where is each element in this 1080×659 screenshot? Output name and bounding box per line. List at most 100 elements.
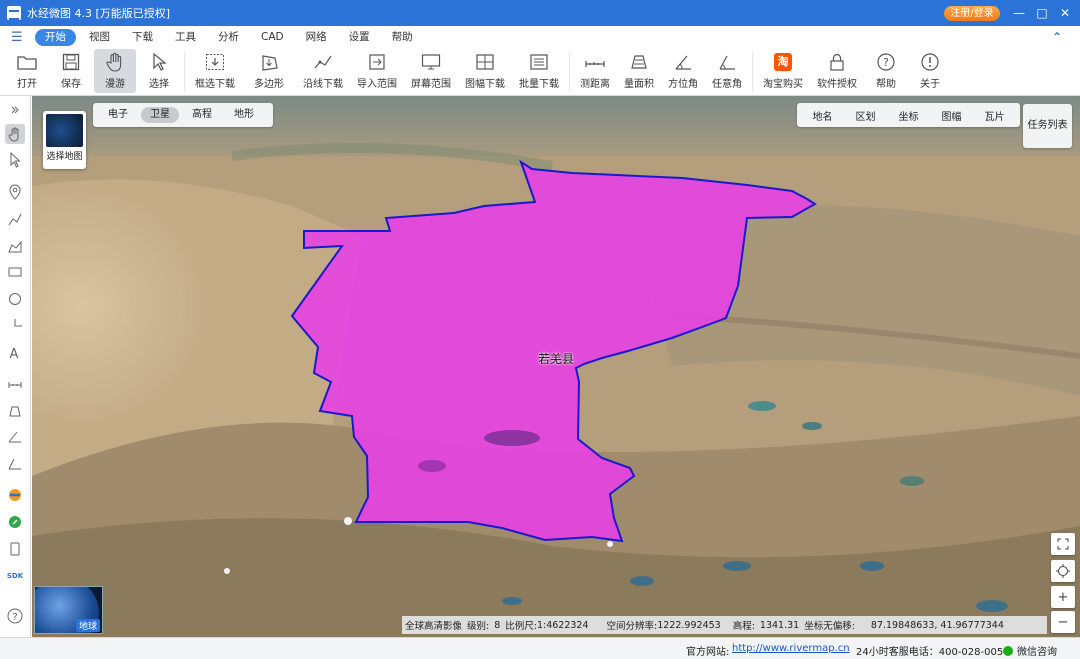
area-tool-icon[interactable]	[5, 236, 25, 256]
overlay-tiles[interactable]: 瓦片	[973, 108, 1016, 123]
website-label: 官方网站:	[686, 647, 730, 658]
azimuth-button[interactable]: 方位角	[662, 49, 704, 93]
select-tool-icon[interactable]	[5, 150, 25, 170]
save-label: 保存	[61, 79, 81, 90]
sdk-icon[interactable]: SDK	[5, 566, 25, 586]
box-download-button[interactable]: 框选下载	[189, 49, 241, 93]
menu-bar: ☰ 开始 视图 下载 工具 分析 CAD 网络 设置 帮助 ⌃	[0, 26, 1080, 49]
login-button[interactable]: 注册/登录	[944, 6, 1000, 21]
imagery-source: 全球高清影像	[405, 621, 463, 632]
help-circle-icon[interactable]: ?	[5, 606, 25, 626]
rectangle-tool-icon[interactable]	[5, 262, 25, 282]
hamburger-menu-icon[interactable]: ☰	[11, 30, 25, 45]
select-label: 选择	[149, 79, 169, 90]
collapse-ribbon-icon[interactable]: ⌃	[1052, 30, 1062, 44]
maximize-icon[interactable]: □	[1033, 4, 1051, 22]
text-tool-icon[interactable]: A	[5, 343, 25, 363]
globe-toggle[interactable]: 地球	[34, 586, 103, 634]
locate-icon[interactable]	[1051, 560, 1075, 582]
license-button[interactable]: 软件授权	[811, 49, 863, 93]
svg-text:?: ?	[883, 56, 889, 69]
about-button[interactable]: 关于	[909, 49, 951, 93]
map-type-elevation[interactable]: 高程	[183, 107, 221, 123]
map-type-electronic[interactable]: 电子	[99, 107, 137, 123]
ruler-icon	[584, 52, 606, 72]
batch-download-button[interactable]: 批量下载	[513, 49, 565, 93]
resolution-label: 空间分辨率:	[606, 621, 658, 632]
overlay-sheets[interactable]: 图幅	[930, 108, 973, 123]
app-icon-2[interactable]	[5, 512, 25, 532]
overlay-place-names[interactable]: 地名	[801, 108, 844, 123]
save-button[interactable]: 保存	[50, 49, 92, 93]
polyline-tool-icon[interactable]	[5, 209, 25, 229]
wechat-label: 微信咨询	[1017, 647, 1057, 658]
box-download-icon	[204, 52, 226, 72]
map-type-satellite[interactable]: 卫星	[141, 107, 179, 123]
task-list-button[interactable]: 任务列表	[1023, 104, 1072, 148]
menu-item-analysis[interactable]: 分析	[209, 29, 248, 46]
pan-button[interactable]: 漫游	[94, 49, 136, 93]
sheet-download-button[interactable]: 图幅下载	[459, 49, 511, 93]
sheet-download-label: 图幅下载	[465, 79, 505, 90]
map-type-terrain[interactable]: 地形	[225, 107, 263, 123]
sector-tool-icon[interactable]	[5, 316, 25, 336]
help-label: 帮助	[876, 79, 896, 90]
taobao-icon: 淘	[772, 52, 794, 72]
any-angle-button[interactable]: 任意角	[706, 49, 748, 93]
measure-area-label: 量面积	[624, 79, 654, 90]
map-canvas[interactable]: 若羌县 选择地图 电子 卫星 高程 地形 地名 区划 坐标 图幅 瓦片 任务列表…	[32, 96, 1080, 637]
overlay-divisions[interactable]: 区划	[844, 108, 887, 123]
menu-item-help[interactable]: 帮助	[383, 29, 422, 46]
menu-item-start[interactable]: 开始	[35, 29, 76, 46]
angle-tool-icon[interactable]	[5, 427, 25, 447]
batch-icon	[528, 52, 550, 72]
toolbar-divider	[184, 52, 185, 92]
menu-item-tools[interactable]: 工具	[166, 29, 205, 46]
menu-item-settings[interactable]: 设置	[340, 29, 379, 46]
coord-value: 87.19848633, 41.96777344	[870, 619, 1004, 631]
line-download-icon	[312, 52, 334, 72]
pan-tool-icon[interactable]	[5, 124, 25, 144]
menu-item-cad[interactable]: CAD	[252, 29, 293, 46]
wechat-consult-button[interactable]: 微信咨询	[1003, 643, 1057, 658]
map-source-selector[interactable]: 选择地图	[43, 111, 86, 169]
taobao-buy-button[interactable]: 淘 淘宝购买	[757, 49, 809, 93]
menu-item-download[interactable]: 下载	[123, 29, 162, 46]
support-phone: 24小时客服电话：400-028-0050	[856, 647, 1010, 658]
zoom-in-icon[interactable]: +	[1051, 586, 1075, 608]
area-measure-tool-icon[interactable]	[5, 401, 25, 421]
zoom-out-icon[interactable]: −	[1051, 611, 1075, 633]
help-button[interactable]: ? 帮助	[865, 49, 907, 93]
polygon-download-button[interactable]: 多边形	[243, 49, 295, 93]
any-angle-tool-icon[interactable]	[5, 454, 25, 474]
overlay-coordinates[interactable]: 坐标	[887, 108, 930, 123]
measure-distance-button[interactable]: 测距离	[574, 49, 616, 93]
app-icon-1[interactable]	[5, 485, 25, 505]
open-label: 打开	[17, 79, 37, 90]
screen-range-button[interactable]: 屏幕范围	[405, 49, 457, 93]
menu-item-network[interactable]: 网络	[297, 29, 336, 46]
angle-icon	[672, 52, 694, 72]
map-source-label: 选择地图	[46, 152, 83, 162]
taobao-buy-label: 淘宝购买	[763, 79, 803, 90]
mobile-icon[interactable]	[5, 539, 25, 559]
minimize-icon[interactable]: —	[1010, 4, 1028, 22]
open-button[interactable]: 打开	[6, 49, 48, 93]
fullscreen-icon[interactable]	[1051, 533, 1075, 555]
import-range-button[interactable]: 导入范围	[351, 49, 403, 93]
status-bar: 官方网站: http://www.rivermap.cn 24小时客服电话：40…	[0, 637, 1080, 659]
select-button[interactable]: 选择	[138, 49, 180, 93]
website-link[interactable]: http://www.rivermap.cn	[732, 643, 850, 654]
polygon-label: 多边形	[254, 79, 284, 90]
close-icon[interactable]: ✕	[1056, 4, 1074, 22]
county-label: 若羌县	[538, 352, 575, 366]
line-download-button[interactable]: 沿线下载	[297, 49, 349, 93]
marker-tool-icon[interactable]	[5, 182, 25, 202]
expand-sidebar-icon[interactable]	[5, 100, 25, 120]
measure-area-button[interactable]: 量面积	[618, 49, 660, 93]
circle-tool-icon[interactable]	[5, 289, 25, 309]
menu-item-view[interactable]: 视图	[80, 29, 119, 46]
measure-distance-label: 测距离	[580, 79, 610, 90]
polygon-icon	[258, 52, 280, 72]
measure-tool-icon[interactable]	[5, 374, 25, 394]
